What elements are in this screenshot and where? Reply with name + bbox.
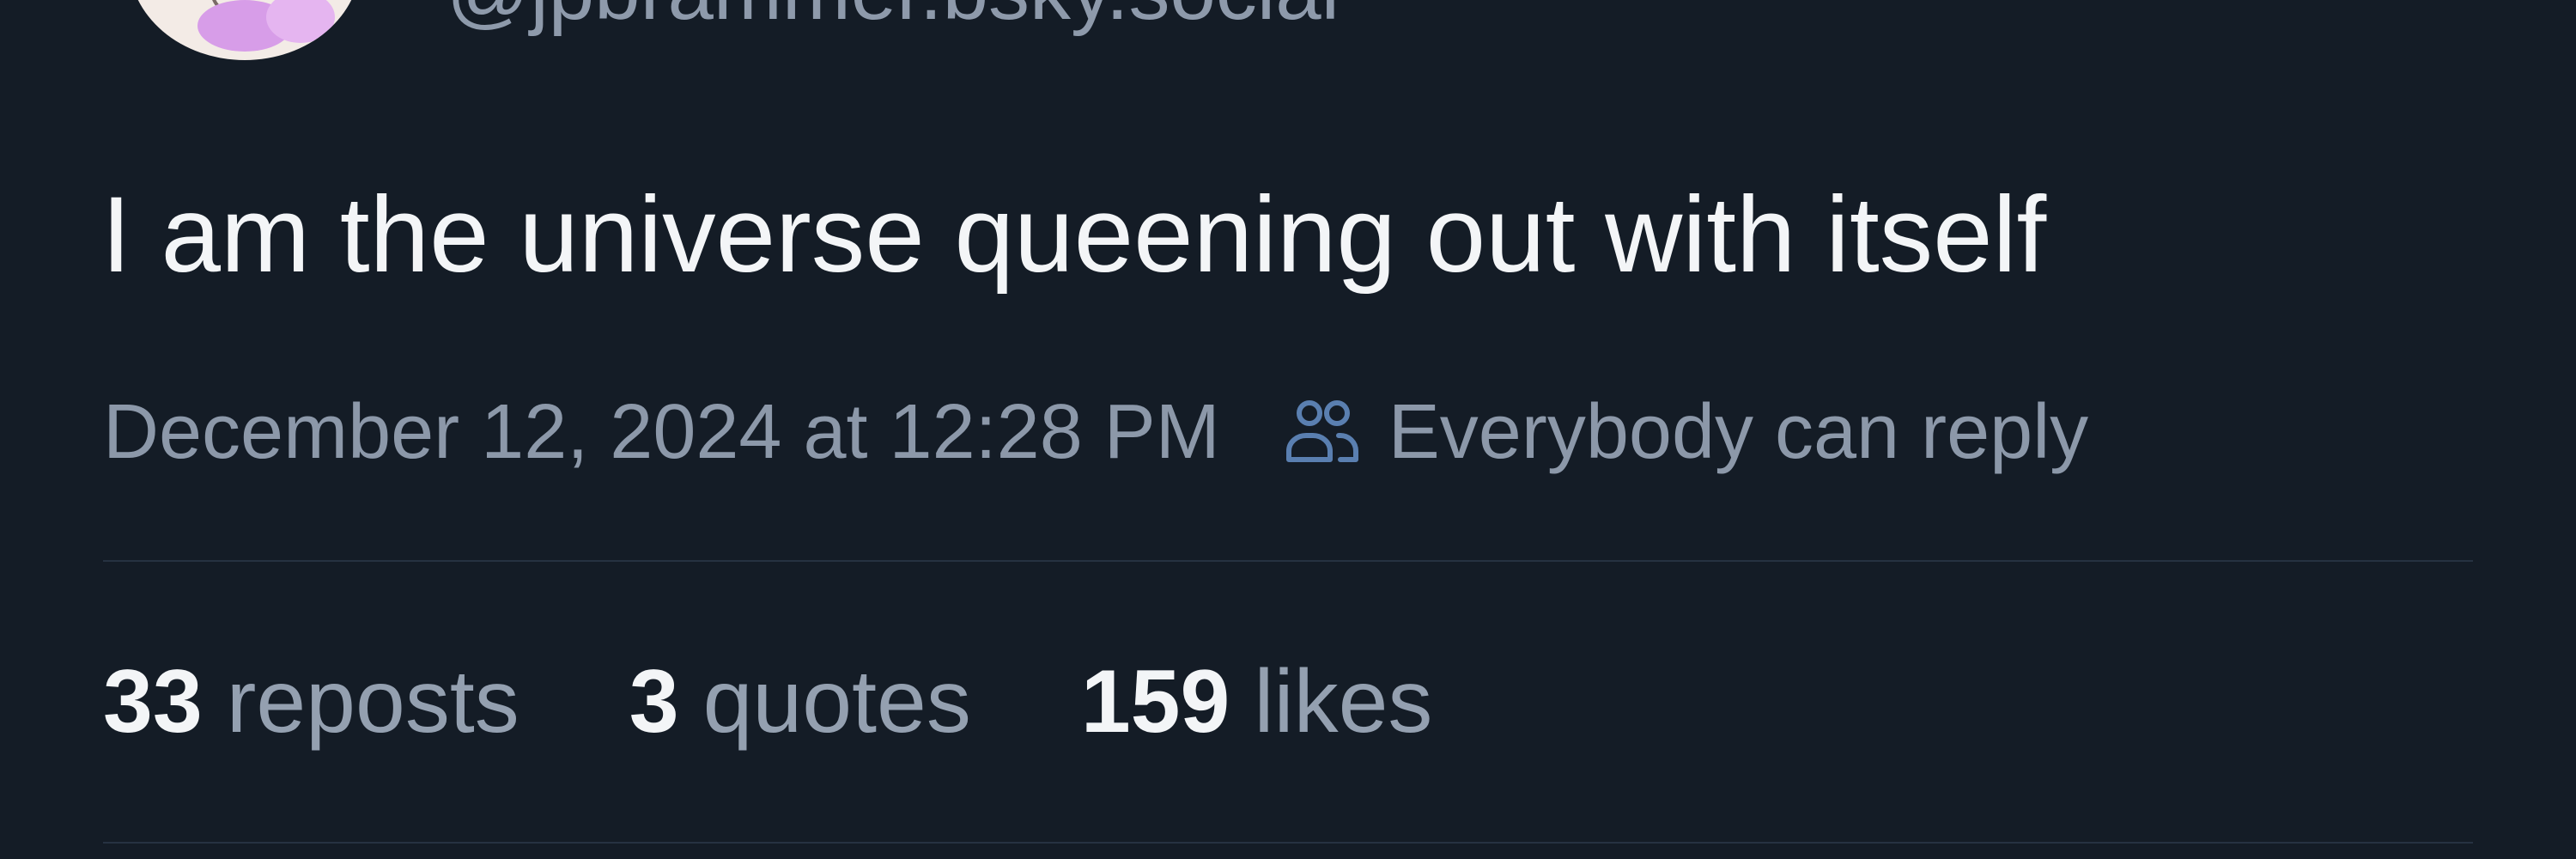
quotes-count: 3 <box>629 652 679 752</box>
reposts-stat[interactable]: 33 reposts <box>103 651 519 753</box>
divider <box>103 842 2473 844</box>
post-timestamp[interactable]: December 12, 2024 at 12:28 PM <box>103 388 1220 477</box>
reposts-count: 33 <box>103 652 203 752</box>
avatar[interactable] <box>129 0 361 60</box>
post-text: I am the universe queening out with itse… <box>101 175 2047 295</box>
likes-label: likes <box>1254 652 1433 752</box>
quotes-stat[interactable]: 3 quotes <box>629 651 971 753</box>
reply-setting: Everybody can reply <box>1280 388 2088 477</box>
quotes-label: quotes <box>702 652 971 752</box>
post-detail: @jpbrammer.bsky.social I am the universe… <box>0 0 2576 859</box>
likes-count: 159 <box>1080 652 1230 752</box>
reply-setting-label: Everybody can reply <box>1388 388 2089 475</box>
people-icon <box>1285 400 1358 462</box>
author-handle[interactable]: @jpbrammer.bsky.social <box>447 0 1340 33</box>
post-stats: 33 reposts 3 quotes 159 likes <box>103 651 1542 753</box>
reposts-label: reposts <box>226 652 519 752</box>
post-meta: December 12, 2024 at 12:28 PM Everybody … <box>103 385 2088 479</box>
likes-stat[interactable]: 159 likes <box>1081 651 1433 753</box>
divider <box>103 560 2473 562</box>
